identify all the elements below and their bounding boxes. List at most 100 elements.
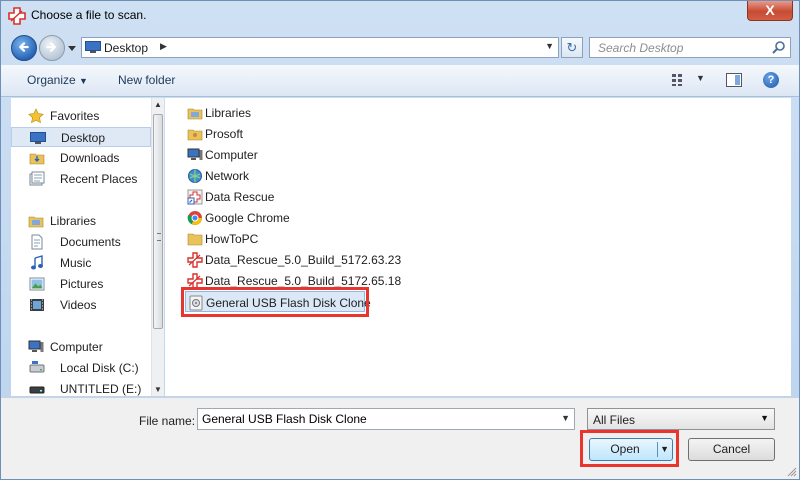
data-rescue-icon [187, 252, 203, 268]
sidebar-item-computer[interactable]: Computer [11, 337, 151, 357]
chevron-down-icon: ▼ [760, 413, 769, 423]
list-item-howtopc[interactable]: HowToPC [185, 228, 385, 249]
dialog-footer: File name: ▼ All Files ▼ Open ▼ Cancel [1, 397, 799, 479]
documents-icon [31, 234, 43, 250]
shortcut-icon [187, 189, 203, 205]
window-title: Choose a file to scan. [31, 8, 147, 22]
recent-places-icon [29, 171, 45, 186]
file-name: Data Rescue [205, 190, 275, 204]
downloads-icon [29, 153, 45, 165]
title-bar: Choose a file to scan. X [1, 1, 799, 31]
file-name: Computer [205, 148, 258, 162]
refresh-button[interactable]: ↻ [561, 37, 583, 58]
pictures-icon [29, 277, 45, 291]
sidebar-item-downloads[interactable]: Downloads [11, 148, 151, 168]
cancel-button[interactable]: Cancel [688, 438, 775, 461]
sidebar-item-label: Favorites [50, 109, 100, 123]
sidebar-item-label: UNTITLED (E:) [60, 382, 142, 396]
sidebar-item-desktop[interactable]: Desktop [11, 127, 151, 147]
scroll-down-icon[interactable]: ▼ [154, 385, 162, 394]
file-type-value: All Files [593, 413, 636, 427]
sidebar-item-label: Pictures [60, 277, 104, 291]
sidebar-item-music[interactable]: Music [11, 253, 151, 273]
help-icon: ? [767, 74, 775, 86]
close-button[interactable]: X [747, 1, 793, 21]
file-name: HowToPC [205, 232, 259, 246]
back-button[interactable] [11, 35, 37, 61]
drive-icon [29, 386, 45, 394]
arrow-right-icon [46, 42, 56, 52]
change-view-icon[interactable] [671, 73, 687, 87]
local-disk-icon [29, 361, 45, 373]
sidebar-item-local-disk-c[interactable]: Local Disk (C:) [11, 358, 151, 378]
address-dropdown-icon[interactable]: ▼ [545, 41, 554, 51]
sidebar-item-favorites[interactable]: Favorites [11, 106, 151, 126]
navigation-scrollbar[interactable]: ▲ ▼ [151, 98, 164, 396]
sidebar-item-recent-places[interactable]: Recent Places [11, 169, 151, 189]
sidebar-item-untitled-e[interactable]: UNTITLED (E:) [11, 379, 151, 399]
sidebar-item-label: Documents [60, 235, 121, 249]
highlight-annotation-open [580, 430, 679, 467]
help-button[interactable]: ? [763, 72, 779, 88]
sidebar-item-videos[interactable]: Videos [11, 295, 151, 315]
file-name: Data_Rescue_5.0_Build_5172.63.23 [205, 253, 402, 267]
computer-icon [187, 148, 203, 160]
chrome-icon [187, 211, 202, 225]
command-toolbar: Organize ▼ New folder ▼ ? [1, 65, 799, 97]
sidebar-item-documents[interactable]: Documents [11, 232, 151, 252]
resize-grip-icon[interactable] [787, 467, 797, 477]
file-name-input[interactable] [198, 409, 556, 429]
new-folder-button[interactable]: New folder [118, 73, 175, 87]
desktop-icon [85, 41, 101, 53]
scroll-up-icon[interactable]: ▲ [154, 100, 162, 109]
grip-icon [157, 233, 161, 241]
organize-menu[interactable]: Organize ▼ [27, 73, 88, 87]
user-folder-icon [187, 129, 203, 141]
highlight-annotation-file [181, 287, 369, 317]
file-type-filter[interactable]: All Files ▼ [587, 408, 775, 430]
breadcrumb-desktop[interactable]: Desktop [104, 41, 148, 55]
address-bar[interactable]: Desktop ▶ ▼ [81, 37, 559, 58]
organize-label: Organize [27, 73, 76, 87]
search-icon[interactable] [772, 40, 786, 54]
folder-icon [187, 233, 203, 246]
sidebar-item-pictures[interactable]: Pictures [11, 274, 151, 294]
sidebar-item-label: Local Disk (C:) [60, 361, 139, 375]
breadcrumb-arrow-icon[interactable]: ▶ [160, 41, 167, 52]
recent-locations-dropdown-icon[interactable] [67, 44, 77, 52]
preview-pane-icon[interactable] [726, 73, 742, 87]
star-icon [28, 108, 44, 124]
close-icon: X [765, 2, 775, 18]
scrollbar-thumb[interactable] [153, 114, 163, 329]
file-name-dropdown-icon[interactable]: ▼ [561, 413, 570, 423]
view-options-dropdown-icon[interactable]: ▼ [696, 73, 705, 83]
search-box[interactable]: Search Desktop [589, 37, 791, 58]
music-icon [31, 255, 43, 270]
sidebar-item-label: Music [60, 256, 92, 270]
list-item-computer[interactable]: Computer [185, 144, 385, 165]
search-placeholder: Search Desktop [598, 41, 684, 55]
file-name: Prosoft [205, 127, 244, 141]
sidebar-item-label: Desktop [61, 131, 106, 145]
desktop-icon [30, 132, 46, 144]
sidebar-item-label: Downloads [60, 151, 120, 165]
file-list: Libraries Prosoft Computer Network Data … [165, 98, 791, 396]
forward-button[interactable] [39, 35, 65, 61]
sidebar-item-label: Videos [60, 298, 97, 312]
file-name: Network [205, 169, 250, 183]
list-item-google-chrome[interactable]: Google Chrome [185, 207, 385, 228]
sidebar-item-libraries[interactable]: Libraries [11, 211, 151, 231]
list-item-network[interactable]: Network [185, 165, 385, 186]
file-name: Libraries [205, 106, 252, 120]
list-item-libraries[interactable]: Libraries [185, 102, 385, 123]
sidebar-item-label: Computer [50, 340, 103, 354]
refresh-icon: ↻ [566, 40, 578, 55]
computer-icon [28, 340, 44, 352]
arrow-left-icon [19, 42, 29, 52]
data-rescue-app-icon [8, 7, 26, 25]
list-item-data-rescue[interactable]: Data Rescue [185, 186, 385, 207]
file-name-label: File name: [139, 414, 196, 428]
list-item-prosoft[interactable]: Prosoft [185, 123, 385, 144]
list-item-data-rescue-build-63[interactable]: Data_Rescue_5.0_Build_5172.63.23 [185, 249, 401, 270]
file-name-combobox[interactable]: ▼ [197, 408, 575, 430]
